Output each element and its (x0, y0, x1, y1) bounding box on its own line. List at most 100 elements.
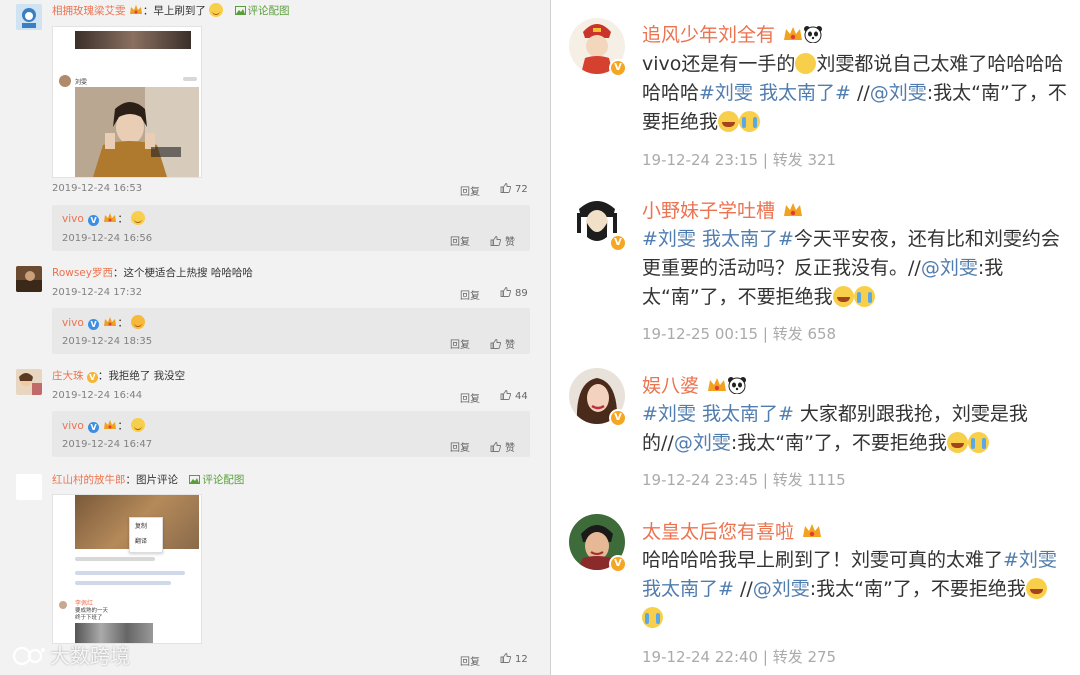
verified-badge-icon: V (609, 409, 627, 427)
panda-badge-icon (804, 26, 823, 43)
repost-count[interactable]: 转发 275 (773, 648, 836, 666)
watermark-logo-icon (12, 646, 45, 666)
repost-meta: 19-12-25 00:15 | 转发 658 (642, 325, 837, 343)
reply-line: vivo V ： (62, 418, 146, 433)
hashtag-link[interactable]: #刘雯 我太南了# (642, 403, 794, 425)
avatar[interactable] (16, 474, 42, 500)
repost-count[interactable]: 转发 658 (773, 325, 836, 343)
avatar[interactable] (16, 266, 42, 292)
image-icon (189, 475, 201, 484)
thumbs-up-icon (490, 339, 501, 349)
reply-button[interactable]: 回复 (450, 336, 470, 351)
comment-username[interactable]: 相拥玫瑰梁艾雯 (52, 5, 126, 17)
like-button[interactable]: 赞 (490, 439, 515, 454)
comment-date: 2019-12-24 17:32 (52, 287, 143, 298)
comment-screenshot[interactable]: 复制 翻译 李佩红 要成熟的一天 终于下班了 (52, 494, 202, 644)
mention-link[interactable]: @刘雯 (674, 432, 731, 454)
like-button[interactable]: 12 (500, 653, 528, 665)
laugh-cry-emoji-icon (832, 286, 854, 307)
comment-line: 庄大珠 V ：我拒绝了 我没空 (52, 370, 186, 383)
comment-date: 2019-12-24 16:53 (52, 183, 143, 194)
repost-item: V 追风少年刘全有 vivo还是有一手的 刘雯都说自己太难了哈哈哈哈哈哈哈#刘雯 … (551, 0, 1080, 175)
screenshot-line (75, 571, 185, 575)
mention-link[interactable]: @刘雯 (870, 82, 927, 104)
verified-badge-icon: V (609, 234, 627, 252)
reply-button[interactable]: 回复 (460, 183, 480, 198)
repost-username[interactable]: 太皇太后您有喜啦 (642, 521, 794, 543)
repost-meta: 19-12-24 23:45 | 转发 1115 (642, 471, 846, 489)
reply-button[interactable]: 回复 (460, 287, 480, 302)
repost-count[interactable]: 转发 1115 (773, 471, 846, 489)
reply-username[interactable]: vivo (62, 420, 84, 432)
crown-badge-icon (129, 5, 142, 14)
like-button[interactable]: 89 (500, 287, 528, 299)
comment-username[interactable]: 红山村的放牛郎 (52, 474, 126, 486)
context-menu: 复制 翻译 (129, 517, 163, 553)
mention-link[interactable]: @刘雯 (753, 578, 810, 600)
repost-username-line: 小野妹子学吐槽 (642, 196, 803, 223)
reply-button[interactable]: 回复 (450, 233, 470, 248)
reply-button[interactable]: 回复 (460, 653, 480, 668)
reply-box: vivo V ： 2019-12-24 16:47 回复 赞 (52, 411, 530, 457)
like-button[interactable]: 赞 (490, 233, 515, 248)
screenshot-username: 刘雯 (75, 79, 88, 86)
reply-box: vivo V ： 2019-12-24 18:35 回复 赞 (52, 308, 530, 354)
crown-badge-icon (803, 524, 822, 537)
repost-username-line: 太皇太后您有喜啦 (642, 517, 822, 544)
screenshot-photo (75, 87, 199, 177)
comment-text: 这个梗适合上热搜 哈哈哈哈 (123, 267, 253, 279)
like-button[interactable]: 赞 (490, 336, 515, 351)
repost-date: 19-12-24 23:45 (642, 471, 759, 489)
repost-date: 19-12-24 23:15 (642, 151, 759, 169)
panda-badge-icon (728, 377, 747, 394)
repost-username[interactable]: 小野妹子学吐槽 (642, 200, 775, 222)
crying-emoji-icon (853, 286, 875, 307)
context-menu-item[interactable]: 翻译 (130, 530, 162, 545)
reply-date: 2019-12-24 16:47 (62, 439, 153, 450)
screenshot-avatar (59, 75, 71, 87)
crying-emoji-icon (739, 111, 761, 132)
avatar[interactable] (16, 4, 42, 30)
mention-link[interactable]: @刘雯 (921, 257, 978, 279)
reply-username[interactable]: vivo (62, 317, 84, 329)
comment-screenshot[interactable]: 刘雯 (52, 26, 202, 178)
reply-button[interactable]: 回复 (450, 439, 470, 454)
repost-count[interactable]: 转发 321 (773, 151, 836, 169)
comment-date: 2019-12-24 16:44 (52, 390, 143, 401)
comment-username[interactable]: 庄大珠 (52, 370, 84, 382)
comment-text: 图片评论 (136, 474, 178, 486)
laugh-cry-emoji-icon (1025, 578, 1047, 599)
screenshot-avatar (59, 601, 67, 609)
repost-date: 19-12-25 00:15 (642, 325, 759, 343)
thinking-emoji-icon (209, 3, 224, 17)
reply-button[interactable]: 回复 (460, 390, 480, 405)
comment-item: Rowsey罗西：这个梗适合上热搜 哈哈哈哈 2019-12-24 17:32 … (0, 262, 550, 362)
like-count: 72 (515, 184, 528, 195)
crown-badge-icon (104, 317, 117, 326)
comment-line: 相拥玫瑰梁艾雯 ：早上刷到了 评论配图 (52, 3, 290, 17)
thumbs-up-icon (500, 183, 511, 193)
repost-text: 哈哈哈哈我早上刷到了！刘雯可真的太难了#刘雯 我太南了# //@刘雯:我太“南”… (642, 546, 1067, 633)
context-menu-item[interactable]: 复制 (130, 518, 162, 530)
hashtag-link[interactable]: #刘雯 我太南了# (642, 228, 794, 250)
reply-username[interactable]: vivo (62, 213, 84, 225)
like-button[interactable]: 72 (500, 183, 528, 195)
smirk-emoji-icon (131, 315, 146, 329)
comment-panel: 相拥玫瑰梁艾雯 ：早上刷到了 评论配图 刘雯 2019-12-24 16:53 … (0, 0, 550, 675)
comment-image-link[interactable]: 评论配图 (189, 474, 244, 486)
screenshot-follow (183, 77, 197, 81)
crying-emoji-icon (967, 432, 989, 453)
hashtag-link[interactable]: #刘雯 我太南了# (699, 82, 851, 104)
comment-item: 庄大珠 V ：我拒绝了 我没空 2019-12-24 16:44 回复 44 vi… (0, 365, 550, 465)
comment-line: 红山村的放牛郎：图片评论 评论配图 (52, 474, 245, 486)
repost-username[interactable]: 追风少年刘全有 (642, 24, 775, 46)
like-button[interactable]: 44 (500, 390, 528, 402)
verified-badge-icon: V (609, 555, 627, 573)
comment-image-link[interactable]: 评论配图 (234, 5, 290, 17)
screenshot-line (75, 581, 171, 585)
repost-username[interactable]: 娱八婆 (642, 375, 699, 397)
avatar[interactable] (16, 369, 42, 395)
comment-username[interactable]: Rowsey罗西 (52, 267, 113, 279)
reply-box: vivo V ： 2019-12-24 16:56 回复 赞 (52, 205, 530, 251)
crown-badge-icon (104, 420, 117, 429)
